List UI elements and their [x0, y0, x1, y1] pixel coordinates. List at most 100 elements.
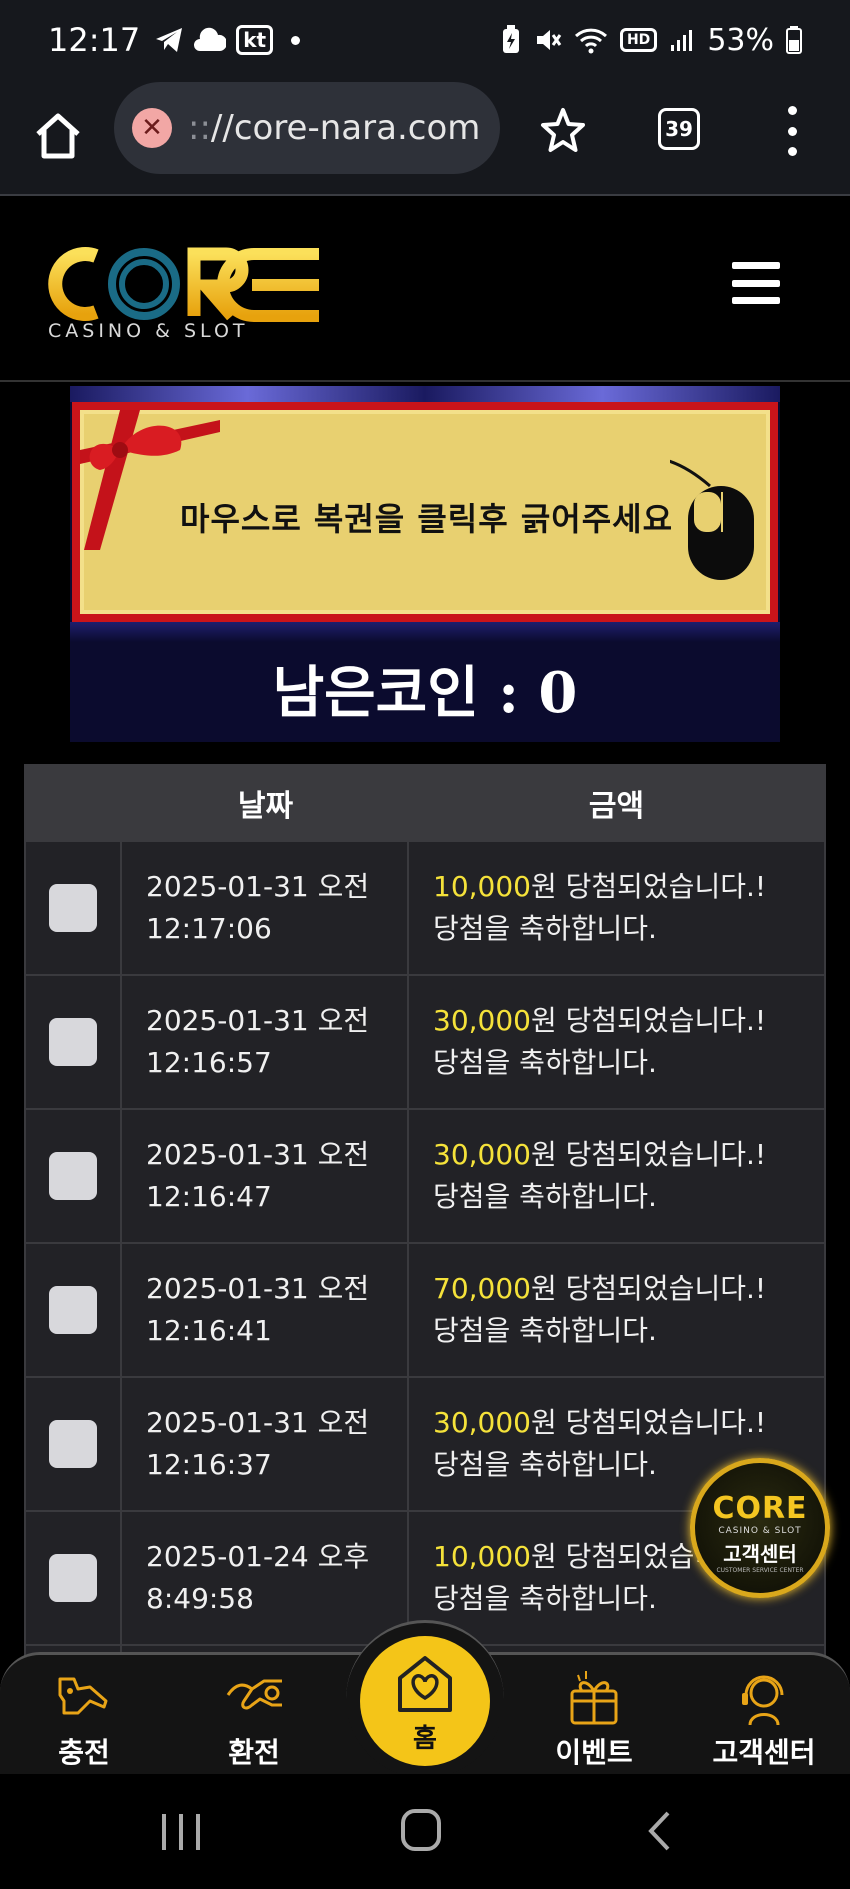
telegram-icon: [156, 28, 183, 52]
row-checkbox[interactable]: [49, 1152, 97, 1200]
browser-toolbar: ✕ :://core-nara.com 39: [0, 80, 850, 196]
header-amount: 금액: [588, 789, 645, 824]
headset-icon: [742, 1675, 784, 1725]
home-icon: [36, 113, 80, 159]
nav-withdraw-label: 환전: [228, 1736, 280, 1769]
row-checkbox-cell: [26, 1110, 122, 1242]
row-date: 2025-01-31 오전: [146, 1138, 370, 1171]
cloud-icon: [194, 27, 227, 51]
row-checkbox-cell: [26, 1244, 122, 1376]
floating-english: CUSTOMER SERVICE CENTER: [716, 1567, 804, 1574]
site-menu-button[interactable]: [732, 262, 780, 304]
row-time: 12:16:57: [146, 1046, 272, 1079]
bookmark-button[interactable]: [535, 102, 591, 158]
home-heart-icon: [398, 1656, 452, 1712]
floating-logo: CORE: [712, 1491, 808, 1526]
withdraw-icon: [226, 1679, 282, 1710]
row-checkbox[interactable]: [49, 1420, 97, 1468]
back-icon[interactable]: [646, 1810, 672, 1852]
row-checkbox-cell: [26, 1512, 122, 1644]
row-message: 10,000원 당첨되었습니다.! 당첨을 축하합니다.: [409, 842, 824, 974]
row-amount: 30,000: [433, 1004, 531, 1037]
nav-deposit[interactable]: 충전: [24, 1671, 144, 1771]
battery-percent: 53%: [707, 22, 774, 58]
remaining-coins: 남은코인 : 0: [272, 660, 578, 726]
table-row: 2025-01-31 오전 12:16:41 70,000원 당첨되었습니다.! …: [26, 1242, 824, 1376]
row-time: 12:16:37: [146, 1448, 272, 1481]
row-checkbox[interactable]: [49, 884, 97, 932]
row-amount: 10,000: [433, 870, 531, 903]
nav-home-label: 홈: [413, 1724, 437, 1754]
wifi-icon: [574, 28, 607, 54]
row-date: 2025-01-31 오전: [146, 1406, 370, 1439]
status-bar: 12:17 kt HD 53%: [0, 0, 850, 80]
signal-icon: [671, 30, 693, 51]
menu-dot-icon: [787, 106, 797, 115]
browser-menu-button[interactable]: [782, 106, 802, 156]
deposit-icon: [58, 1677, 108, 1715]
banner-light-strip: [70, 386, 780, 402]
nav-support-label: 고객센터: [712, 1736, 816, 1769]
row-datetime: 2025-01-31 오전 12:17:06: [122, 842, 409, 974]
row-checkbox[interactable]: [49, 1554, 97, 1602]
row-message: 30,000원 당첨되었습니다.! 당첨을 축하합니다.: [409, 1110, 824, 1242]
row-checkbox[interactable]: [49, 1018, 97, 1066]
gift-icon: [570, 1671, 618, 1725]
banner-divider: [70, 622, 780, 642]
address-bar[interactable]: ✕ :://core-nara.com: [114, 82, 500, 174]
row-message: 30,000원 당첨되었습니다.! 당첨을 축하합니다.: [409, 976, 824, 1108]
browser-home-button[interactable]: [30, 108, 86, 164]
nav-support[interactable]: 고객센터: [704, 1671, 824, 1771]
floating-support-button[interactable]: CORE CASINO & SLOT 고객센터 CUSTOMER SERVICE…: [690, 1458, 830, 1598]
more-notifications-icon: [291, 35, 301, 45]
battery-saver-icon: [502, 25, 519, 53]
row-time: 12:17:06: [146, 912, 272, 945]
row-datetime: 2025-01-31 오전 12:16:47: [122, 1110, 409, 1242]
row-message: 70,000원 당첨되었습니다.! 당첨을 축하합니다.: [409, 1244, 824, 1376]
hamburger-line: [732, 297, 780, 304]
nav-home-button[interactable]: 홈: [360, 1636, 490, 1766]
row-datetime: 2025-01-24 오후 8:49:58: [122, 1512, 409, 1644]
row-time: 12:16:47: [146, 1180, 272, 1213]
row-amount: 30,000: [433, 1138, 531, 1171]
hd-voice-icon: HD: [619, 28, 658, 52]
row-date: 2025-01-31 오전: [146, 870, 370, 903]
floating-label: 고객센터: [723, 1542, 797, 1566]
row-datetime: 2025-01-31 오전 12:16:41: [122, 1244, 409, 1376]
table-row: 2025-01-31 오전 12:16:47 30,000원 당첨되었습니다.! …: [26, 1108, 824, 1242]
row-checkbox-cell: [26, 842, 122, 974]
header-date: 날짜: [237, 789, 294, 824]
row-time: 8:49:58: [146, 1582, 254, 1615]
hamburger-line: [732, 262, 780, 269]
nav-withdraw[interactable]: 환전: [194, 1671, 314, 1771]
url-text: :://core-nara.com: [188, 108, 480, 148]
recent-apps-icon[interactable]: [158, 1812, 204, 1852]
carrier-icon: kt: [236, 25, 274, 55]
row-date: 2025-01-31 오전: [146, 1004, 370, 1037]
row-time: 12:16:41: [146, 1314, 272, 1347]
system-nav-bar: [0, 1774, 850, 1889]
site-header: CASINO & SLOT: [0, 198, 850, 382]
nav-event[interactable]: 이벤트: [534, 1671, 654, 1771]
row-amount: 10,000: [433, 1540, 531, 1573]
lottery-banner: 마우스로 복권을 클릭후 긁어주세요 남은코인 : 0: [70, 386, 780, 742]
site-error-icon[interactable]: ✕: [132, 108, 172, 148]
row-amount: 30,000: [433, 1406, 531, 1439]
system-home-icon[interactable]: [400, 1808, 442, 1852]
table-row: 2025-01-31 오전 12:17:06 10,000원 당첨되었습니다.! …: [26, 840, 824, 974]
row-checkbox-cell: [26, 976, 122, 1108]
menu-dot-icon: [787, 126, 797, 136]
scratch-ticket[interactable]: 마우스로 복권을 클릭후 긁어주세요: [72, 402, 778, 622]
battery-icon: [786, 26, 802, 54]
row-date: 2025-01-24 오후: [146, 1540, 370, 1573]
row-checkbox[interactable]: [49, 1286, 97, 1334]
tab-switcher-button[interactable]: 39: [658, 108, 700, 150]
table-header: 날짜 금액: [26, 766, 824, 840]
menu-dot-icon: [787, 147, 797, 156]
table-row: 2025-01-31 오전 12:16:57 30,000원 당첨되었습니다.! …: [26, 974, 824, 1108]
nav-deposit-label: 충전: [58, 1736, 110, 1769]
url-domain: //core-nara.com: [210, 108, 481, 148]
logo-subtitle: CASINO & SLOT: [48, 320, 249, 342]
system-icons: HD 53%: [500, 23, 802, 58]
row-datetime: 2025-01-31 오전 12:16:57: [122, 976, 409, 1108]
